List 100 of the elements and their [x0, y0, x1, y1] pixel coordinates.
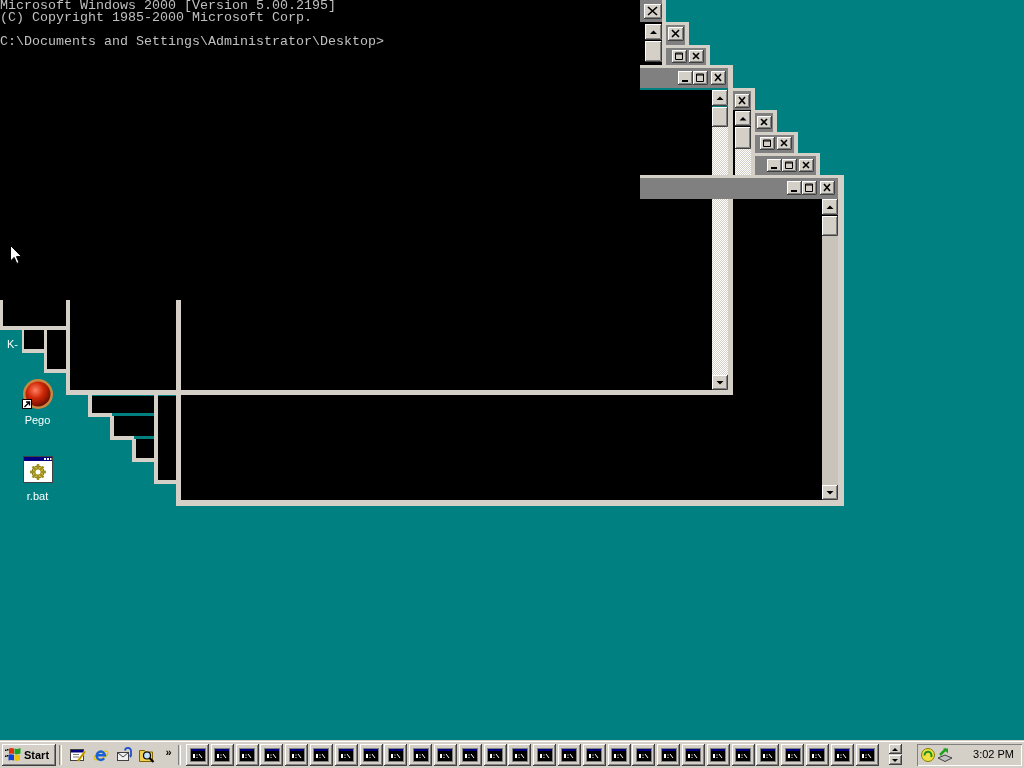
up-arrow-icon — [826, 205, 834, 209]
taskbar-button[interactable] — [657, 743, 681, 766]
title-bar[interactable] — [666, 48, 706, 65]
scroll-up-button[interactable] — [644, 23, 662, 40]
taskbar-button[interactable] — [731, 743, 755, 766]
close-button[interactable] — [667, 26, 684, 41]
taskbar-button[interactable] — [781, 743, 805, 766]
taskbar-button[interactable] — [458, 743, 482, 766]
disc-icon[interactable] — [921, 747, 935, 762]
taskbar-button[interactable] — [533, 743, 557, 766]
close-icon — [647, 6, 658, 16]
arrow-box-icon[interactable] — [937, 746, 953, 763]
console-icon — [462, 747, 479, 762]
icon-label[interactable]: K- — [7, 338, 18, 351]
taskbar-button[interactable] — [409, 743, 433, 766]
taskbar-button[interactable] — [855, 743, 879, 766]
down-arrow-icon — [892, 758, 898, 762]
taskbar-button[interactable] — [310, 743, 333, 766]
start-button[interactable]: Start — [2, 743, 56, 766]
scroll-down-button[interactable] — [711, 374, 728, 390]
scrollbar-thumb[interactable] — [711, 106, 728, 127]
scrollbar-thumb[interactable] — [821, 215, 838, 236]
scroll-down-button[interactable] — [888, 755, 902, 765]
title-bar[interactable] — [666, 25, 685, 45]
minimize-button[interactable] — [786, 180, 802, 195]
console-icon — [437, 747, 454, 762]
scroll-up-button[interactable] — [888, 744, 902, 754]
taskbar-button[interactable] — [582, 743, 606, 766]
scroll-up-button[interactable] — [821, 198, 838, 215]
console-icon — [239, 747, 256, 762]
console-area — [136, 439, 154, 458]
minimize-button[interactable] — [766, 158, 782, 172]
shortcut-arrow-icon — [21, 399, 32, 409]
maximize-icon — [696, 73, 704, 82]
scrollbar-thumb[interactable] — [734, 126, 751, 149]
console-prompt: C:\Documents and Settings\Administrator\Desktop> — [0, 36, 384, 48]
taskbar-button[interactable] — [384, 743, 408, 766]
taskbar-button[interactable] — [359, 743, 383, 766]
taskbar-button[interactable] — [607, 743, 631, 766]
console-icon — [363, 747, 380, 762]
close-icon — [692, 52, 700, 60]
scroll-down-button[interactable] — [821, 484, 838, 500]
close-icon — [802, 161, 810, 169]
taskbar-button[interactable] — [557, 743, 581, 766]
console-icon — [561, 747, 578, 762]
taskbar-button[interactable] — [334, 743, 358, 766]
console-icon — [834, 747, 851, 762]
taskbar-button[interactable] — [830, 743, 854, 766]
maximize-button[interactable] — [801, 180, 817, 195]
taskbar-button[interactable] — [483, 743, 507, 766]
maximize-button[interactable] — [692, 70, 708, 85]
icon-label[interactable]: Pego — [24, 414, 51, 427]
scroll-up-button[interactable] — [711, 89, 728, 106]
chevron-button[interactable]: » — [163, 745, 174, 764]
taskbar-button[interactable] — [235, 743, 259, 766]
taskbar-button[interactable] — [186, 743, 209, 766]
scroll-up-button[interactable] — [734, 110, 751, 126]
console-icon — [313, 747, 330, 762]
maximize-button[interactable] — [671, 49, 687, 63]
tray-clock[interactable]: 3:02 PM — [973, 748, 1014, 761]
taskbar-button[interactable] — [285, 743, 309, 766]
title-bar[interactable] — [640, 178, 838, 199]
close-button[interactable] — [819, 180, 835, 195]
console-icon — [784, 747, 801, 762]
console-icon — [263, 747, 280, 762]
console-icon — [710, 747, 727, 762]
mail-icon[interactable] — [116, 746, 132, 763]
up-arrow-icon — [716, 96, 724, 100]
title-bar[interactable] — [640, 68, 728, 88]
window-pencil-icon[interactable] — [70, 746, 86, 763]
taskbar-button[interactable] — [210, 743, 234, 766]
close-button[interactable] — [776, 136, 792, 150]
title-bar[interactable] — [755, 135, 794, 153]
console-icon — [189, 747, 206, 762]
icon-label[interactable]: r.bat — [26, 490, 49, 503]
taskbar-button[interactable] — [508, 743, 532, 766]
taskbar-button[interactable] — [632, 743, 656, 766]
console-icon — [735, 747, 752, 762]
window-gear-icon[interactable] — [21, 454, 54, 486]
flag-icon — [5, 747, 21, 762]
minimize-icon — [771, 167, 777, 169]
close-button[interactable] — [688, 49, 704, 63]
close-button[interactable] — [798, 158, 814, 172]
taskbar-button[interactable] — [433, 743, 457, 766]
console-icon — [338, 747, 355, 762]
taskbar-button[interactable] — [681, 743, 705, 766]
taskbar-button[interactable] — [260, 743, 284, 766]
close-button[interactable] — [710, 70, 726, 85]
minimize-button[interactable] — [677, 70, 693, 85]
maximize-button[interactable] — [759, 136, 775, 150]
console-icon — [635, 747, 652, 762]
scrollbar-thumb[interactable] — [644, 40, 662, 62]
title-bar[interactable] — [755, 156, 816, 175]
maximize-button[interactable] — [781, 158, 797, 172]
taskbar-button[interactable] — [805, 743, 829, 766]
up-arrow-icon — [739, 117, 747, 121]
taskbar-button[interactable] — [756, 743, 780, 766]
console-icon — [859, 747, 875, 762]
taskbar-button[interactable] — [706, 743, 730, 766]
maximize-icon — [785, 161, 793, 169]
